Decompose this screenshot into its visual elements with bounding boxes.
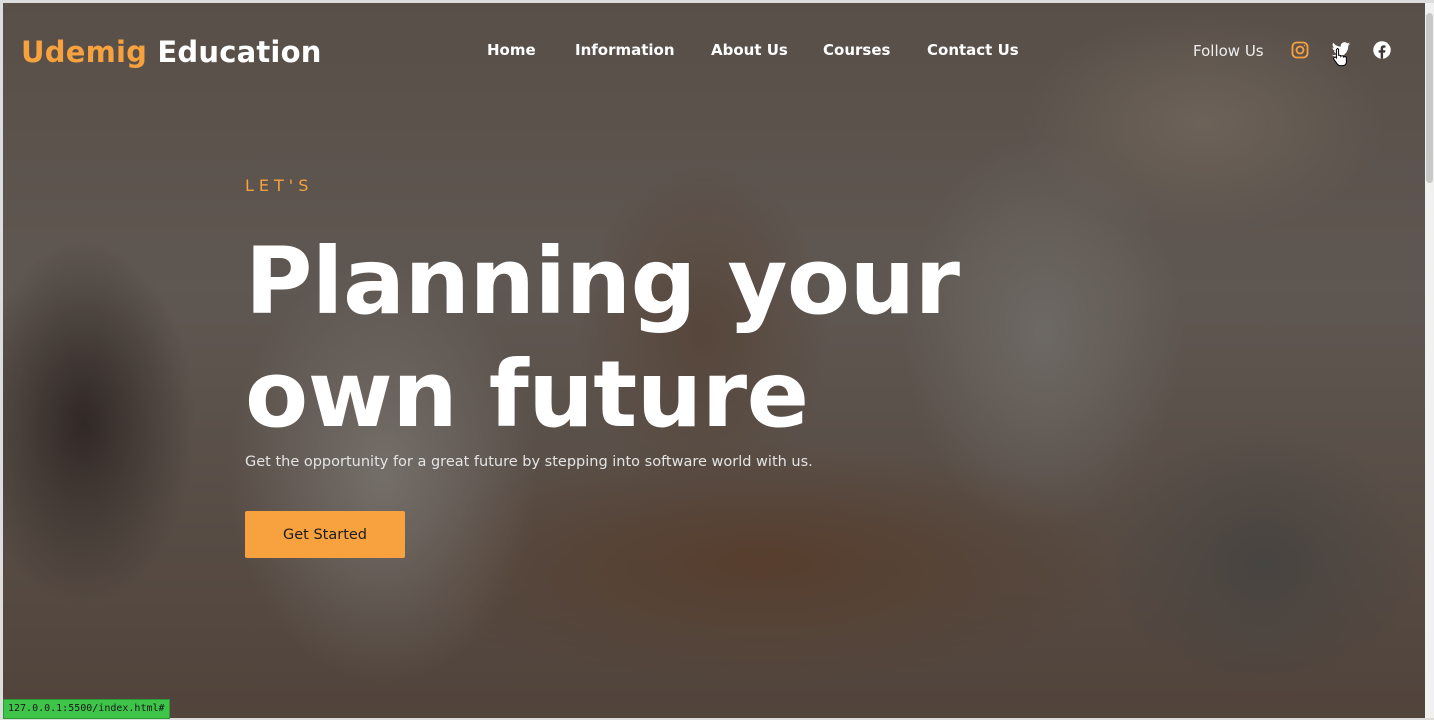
nav-link-home[interactable]: Home bbox=[487, 41, 536, 59]
browser-frame: Udemig Education Home Information About … bbox=[0, 0, 1434, 720]
logo-part-udemig: Udemig bbox=[21, 35, 148, 69]
site-logo[interactable]: Udemig Education bbox=[21, 35, 322, 69]
follow-us-label: Follow Us bbox=[1193, 42, 1264, 60]
hero-title-line-1: Planning your bbox=[245, 228, 960, 335]
hero-subtitle: Get the opportunity for a great future b… bbox=[245, 454, 813, 470]
nav-link-courses[interactable]: Courses bbox=[823, 41, 890, 59]
status-bar-url: 127.0.0.1:5500/index.html# bbox=[3, 699, 170, 719]
hero-eyebrow: LET'S bbox=[245, 176, 314, 195]
hero-title: Planning your own future bbox=[245, 225, 960, 451]
facebook-icon[interactable] bbox=[1372, 40, 1392, 60]
scrollbar-thumb[interactable] bbox=[1426, 13, 1433, 183]
page-scrollbar[interactable] bbox=[1425, 3, 1434, 718]
page-viewport: Udemig Education Home Information About … bbox=[3, 3, 1425, 718]
get-started-button[interactable]: Get Started bbox=[245, 511, 405, 558]
hand-cursor-icon bbox=[1333, 48, 1347, 67]
instagram-icon[interactable] bbox=[1290, 40, 1310, 60]
nav-link-information[interactable]: Information bbox=[575, 41, 675, 59]
nav-link-contact-us[interactable]: Contact Us bbox=[927, 41, 1019, 59]
nav-link-about-us[interactable]: About Us bbox=[711, 41, 788, 59]
hero-title-line-2: own future bbox=[245, 341, 809, 448]
logo-part-education: Education bbox=[157, 35, 322, 69]
site-header: Udemig Education Home Information About … bbox=[3, 3, 1425, 99]
